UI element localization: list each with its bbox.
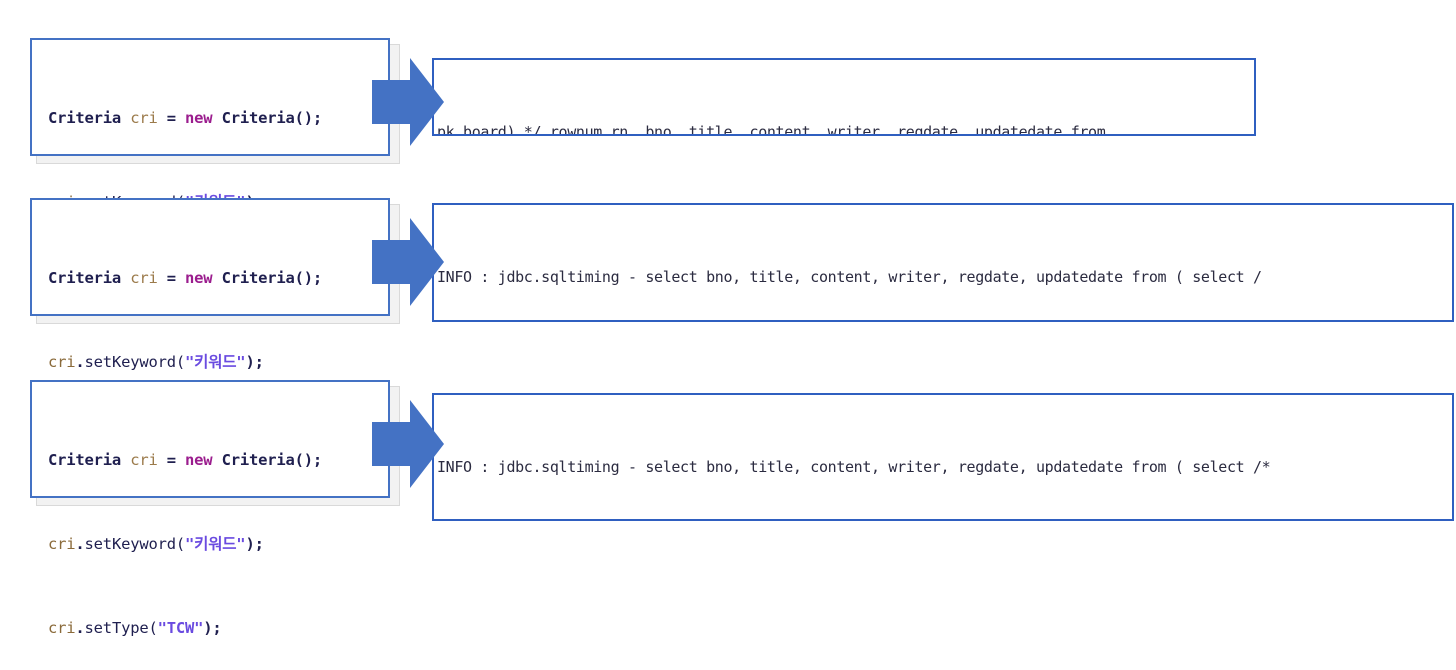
code-token-op: =: [157, 269, 186, 287]
code-token-constructor: Criteria();: [221, 451, 323, 469]
code-line-1: Criteria cri = new Criteria();: [48, 104, 378, 132]
code-token-type: Criteria: [48, 451, 122, 469]
code-token-keyword-new: new: [185, 109, 213, 127]
right-arrow-icon-2: [372, 218, 444, 306]
right-arrow-icon-3: [372, 400, 444, 488]
code-token-obj: cri: [48, 619, 76, 637]
code-token-dot: .: [75, 619, 85, 637]
code-token-end: );: [245, 353, 264, 371]
code-token-string-keyword: "키워드": [185, 353, 246, 371]
code-token-dot: .: [75, 353, 85, 371]
sql-log-box-tc: INFO : jdbc.sqltiming - select bno, titl…: [432, 203, 1454, 322]
code-token-string-keyword: "키워드": [185, 535, 246, 553]
code-line-1: Criteria cri = new Criteria();: [48, 446, 378, 474]
log-line: INFO : jdbc.sqltiming - select bno, titl…: [437, 263, 1452, 292]
code-token-obj: cri: [48, 535, 76, 553]
code-token-op: =: [157, 109, 186, 127]
java-code-box-tcw: Criteria cri = new Criteria(); cri.setKe…: [30, 380, 390, 637]
log-line: pk_board) */ rownum rn, bno, title, cont…: [437, 118, 1254, 136]
code-token-var: cri: [130, 451, 158, 469]
code-token-keyword-new: new: [185, 451, 213, 469]
code-token-dot: .: [75, 535, 85, 553]
code-token-method-settype: setType(: [84, 619, 158, 637]
code-line-3: cri.setType("TCW");: [48, 614, 378, 642]
code-token-var: cri: [130, 109, 158, 127]
code-token-op: =: [157, 451, 186, 469]
log-line: INFO : jdbc.sqltiming - select bno, titl…: [437, 453, 1452, 482]
log-segment: pk_board) */ rownum rn, bno, title, cont…: [437, 123, 1106, 136]
right-arrow-icon-1: [372, 58, 444, 146]
code-token-constructor: Criteria();: [221, 109, 323, 127]
sql-log-box-t: pk_board) */ rownum rn, bno, title, cont…: [432, 58, 1256, 136]
code-line-2: cri.setKeyword("키워드");: [48, 348, 378, 376]
code-token-string-type: "TCW": [157, 619, 204, 637]
code-line-2: cri.setKeyword("키워드");: [48, 530, 378, 558]
sql-log-box-tcw: INFO : jdbc.sqltiming - select bno, titl…: [432, 393, 1454, 521]
java-code-box-t: Criteria cri = new Criteria(); cri.setKe…: [30, 38, 390, 295]
code-line-1: Criteria cri = new Criteria();: [48, 264, 378, 292]
code-token-type: Criteria: [48, 269, 122, 287]
code-token-end: );: [203, 619, 222, 637]
code-token-type: Criteria: [48, 109, 122, 127]
code-token-obj: cri: [48, 353, 76, 371]
java-code-box-tc: Criteria cri = new Criteria(); cri.setKe…: [30, 198, 390, 455]
log-segment: INFO : jdbc.sqltiming - select bno, titl…: [437, 458, 1271, 476]
code-token-method-setkeyword: setKeyword(: [84, 535, 186, 553]
code-token-end: );: [245, 535, 264, 553]
log-segment: INFO : jdbc.sqltiming - select bno, titl…: [437, 268, 1262, 286]
code-token-keyword-new: new: [185, 269, 213, 287]
code-token-var: cri: [130, 269, 158, 287]
code-token-method-setkeyword: setKeyword(: [84, 353, 186, 371]
code-token-constructor: Criteria();: [221, 269, 323, 287]
